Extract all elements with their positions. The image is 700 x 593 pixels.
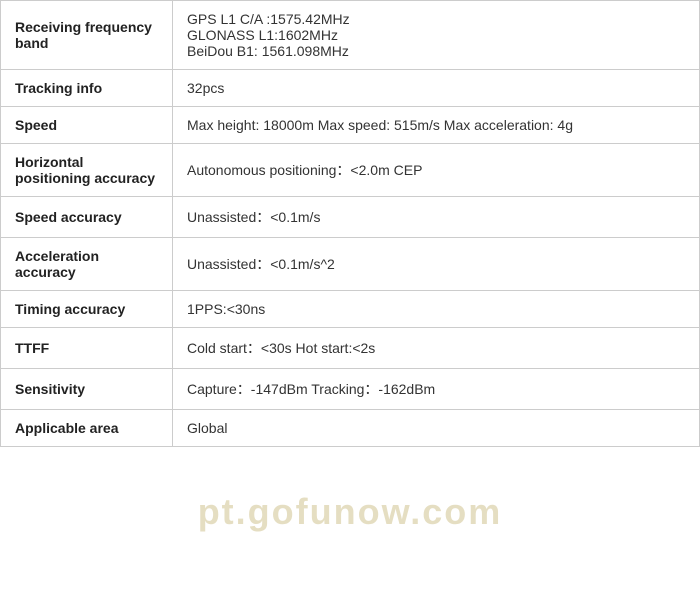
row-label: Sensitivity	[1, 369, 173, 410]
row-label: Horizontal positioning accuracy	[1, 144, 173, 197]
row-label: Speed accuracy	[1, 197, 173, 238]
table-row: SpeedMax height: 18000m Max speed: 515m/…	[1, 107, 700, 144]
row-label: Receiving frequency band	[1, 1, 173, 70]
table-row: Receiving frequency bandGPS L1 C/A :1575…	[1, 1, 700, 70]
table-row: Timing accuracy1PPS:<30ns	[1, 291, 700, 328]
watermark: pt.gofunow.com	[198, 491, 503, 533]
specs-table: Receiving frequency bandGPS L1 C/A :1575…	[0, 0, 700, 447]
row-label: Tracking info	[1, 70, 173, 107]
row-label: Applicable area	[1, 410, 173, 447]
row-label: Speed	[1, 107, 173, 144]
row-value: 1PPS:<30ns	[173, 291, 700, 328]
table-row: Speed accuracyUnassisted：<0.1m/s	[1, 197, 700, 238]
table-row: TTFFCold start：<30s Hot start:<2s	[1, 328, 700, 369]
row-value: Cold start：<30s Hot start:<2s	[173, 328, 700, 369]
row-value: Capture：-147dBm Tracking：-162dBm	[173, 369, 700, 410]
table-row: Applicable areaGlobal	[1, 410, 700, 447]
row-value: 32pcs	[173, 70, 700, 107]
row-value: Autonomous positioning：<2.0m CEP	[173, 144, 700, 197]
table-row: Horizontal positioning accuracyAutonomou…	[1, 144, 700, 197]
row-value: Max height: 18000m Max speed: 515m/s Max…	[173, 107, 700, 144]
row-value: GPS L1 C/A :1575.42MHzGLONASS L1:1602MHz…	[173, 1, 700, 70]
table-row: Tracking info32pcs	[1, 70, 700, 107]
table-row: Acceleration accuracyUnassisted：<0.1m/s^…	[1, 238, 700, 291]
table-row: SensitivityCapture：-147dBm Tracking：-162…	[1, 369, 700, 410]
row-label: Acceleration accuracy	[1, 238, 173, 291]
row-value: Unassisted：<0.1m/s	[173, 197, 700, 238]
row-label: TTFF	[1, 328, 173, 369]
row-label: Timing accuracy	[1, 291, 173, 328]
row-value: Global	[173, 410, 700, 447]
row-value: Unassisted：<0.1m/s^2	[173, 238, 700, 291]
